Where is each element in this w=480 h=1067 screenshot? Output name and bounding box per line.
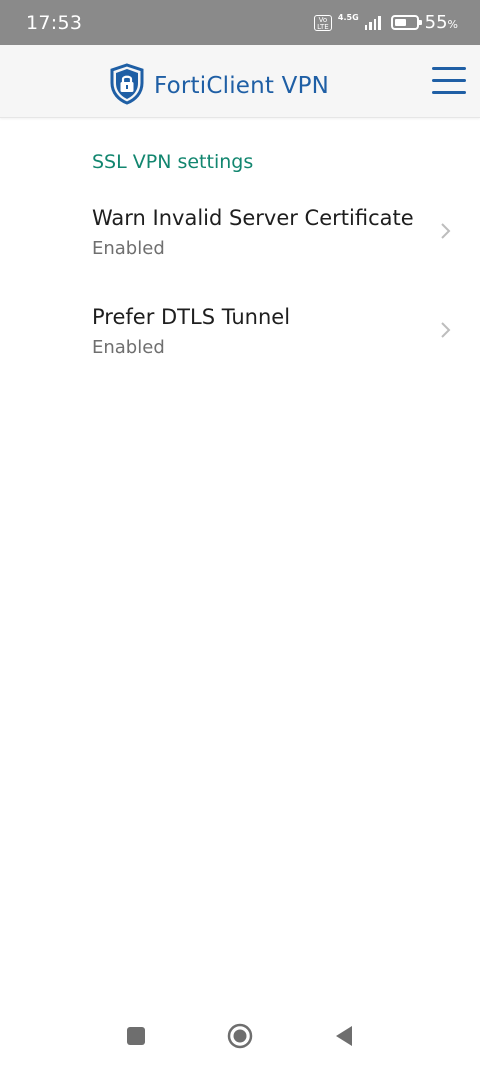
app-header: FortiClient VPN — [0, 45, 480, 118]
setting-prefer-dtls-tunnel[interactable]: Prefer DTLS Tunnel Enabled — [0, 305, 480, 385]
app-title: FortiClient VPN — [154, 73, 330, 99]
setting-status: Enabled — [92, 337, 165, 358]
volte-icon: Vo LTE — [313, 14, 332, 31]
recent-apps-icon[interactable] — [121, 1021, 151, 1051]
setting-title: Prefer DTLS Tunnel — [92, 305, 291, 329]
battery-fill — [394, 19, 406, 26]
chevron-right-icon — [438, 222, 452, 240]
setting-warn-invalid-certificate[interactable]: Warn Invalid Server Certificate Enabled — [0, 206, 480, 286]
network-type-label: 4.5G — [337, 13, 359, 22]
battery-percent: 55% — [424, 12, 458, 33]
status-bar: 17:53 Vo LTE 4.5G 55% — [0, 0, 480, 45]
hamburger-menu-icon[interactable] — [432, 67, 466, 95]
navigation-bar — [0, 1005, 480, 1067]
signal-strength-icon — [364, 15, 381, 30]
status-time: 17:53 — [26, 11, 83, 34]
section-title: SSL VPN settings — [92, 151, 254, 173]
shield-lock-icon — [109, 63, 145, 109]
brand: FortiClient VPN — [109, 63, 329, 109]
status-icons: Vo LTE 4.5G 55% — [313, 12, 458, 33]
back-icon[interactable] — [329, 1021, 359, 1051]
chevron-right-icon — [438, 321, 452, 339]
battery-icon — [390, 15, 422, 30]
setting-status: Enabled — [92, 238, 165, 259]
setting-title: Warn Invalid Server Certificate — [92, 206, 414, 230]
home-icon[interactable] — [225, 1021, 255, 1051]
